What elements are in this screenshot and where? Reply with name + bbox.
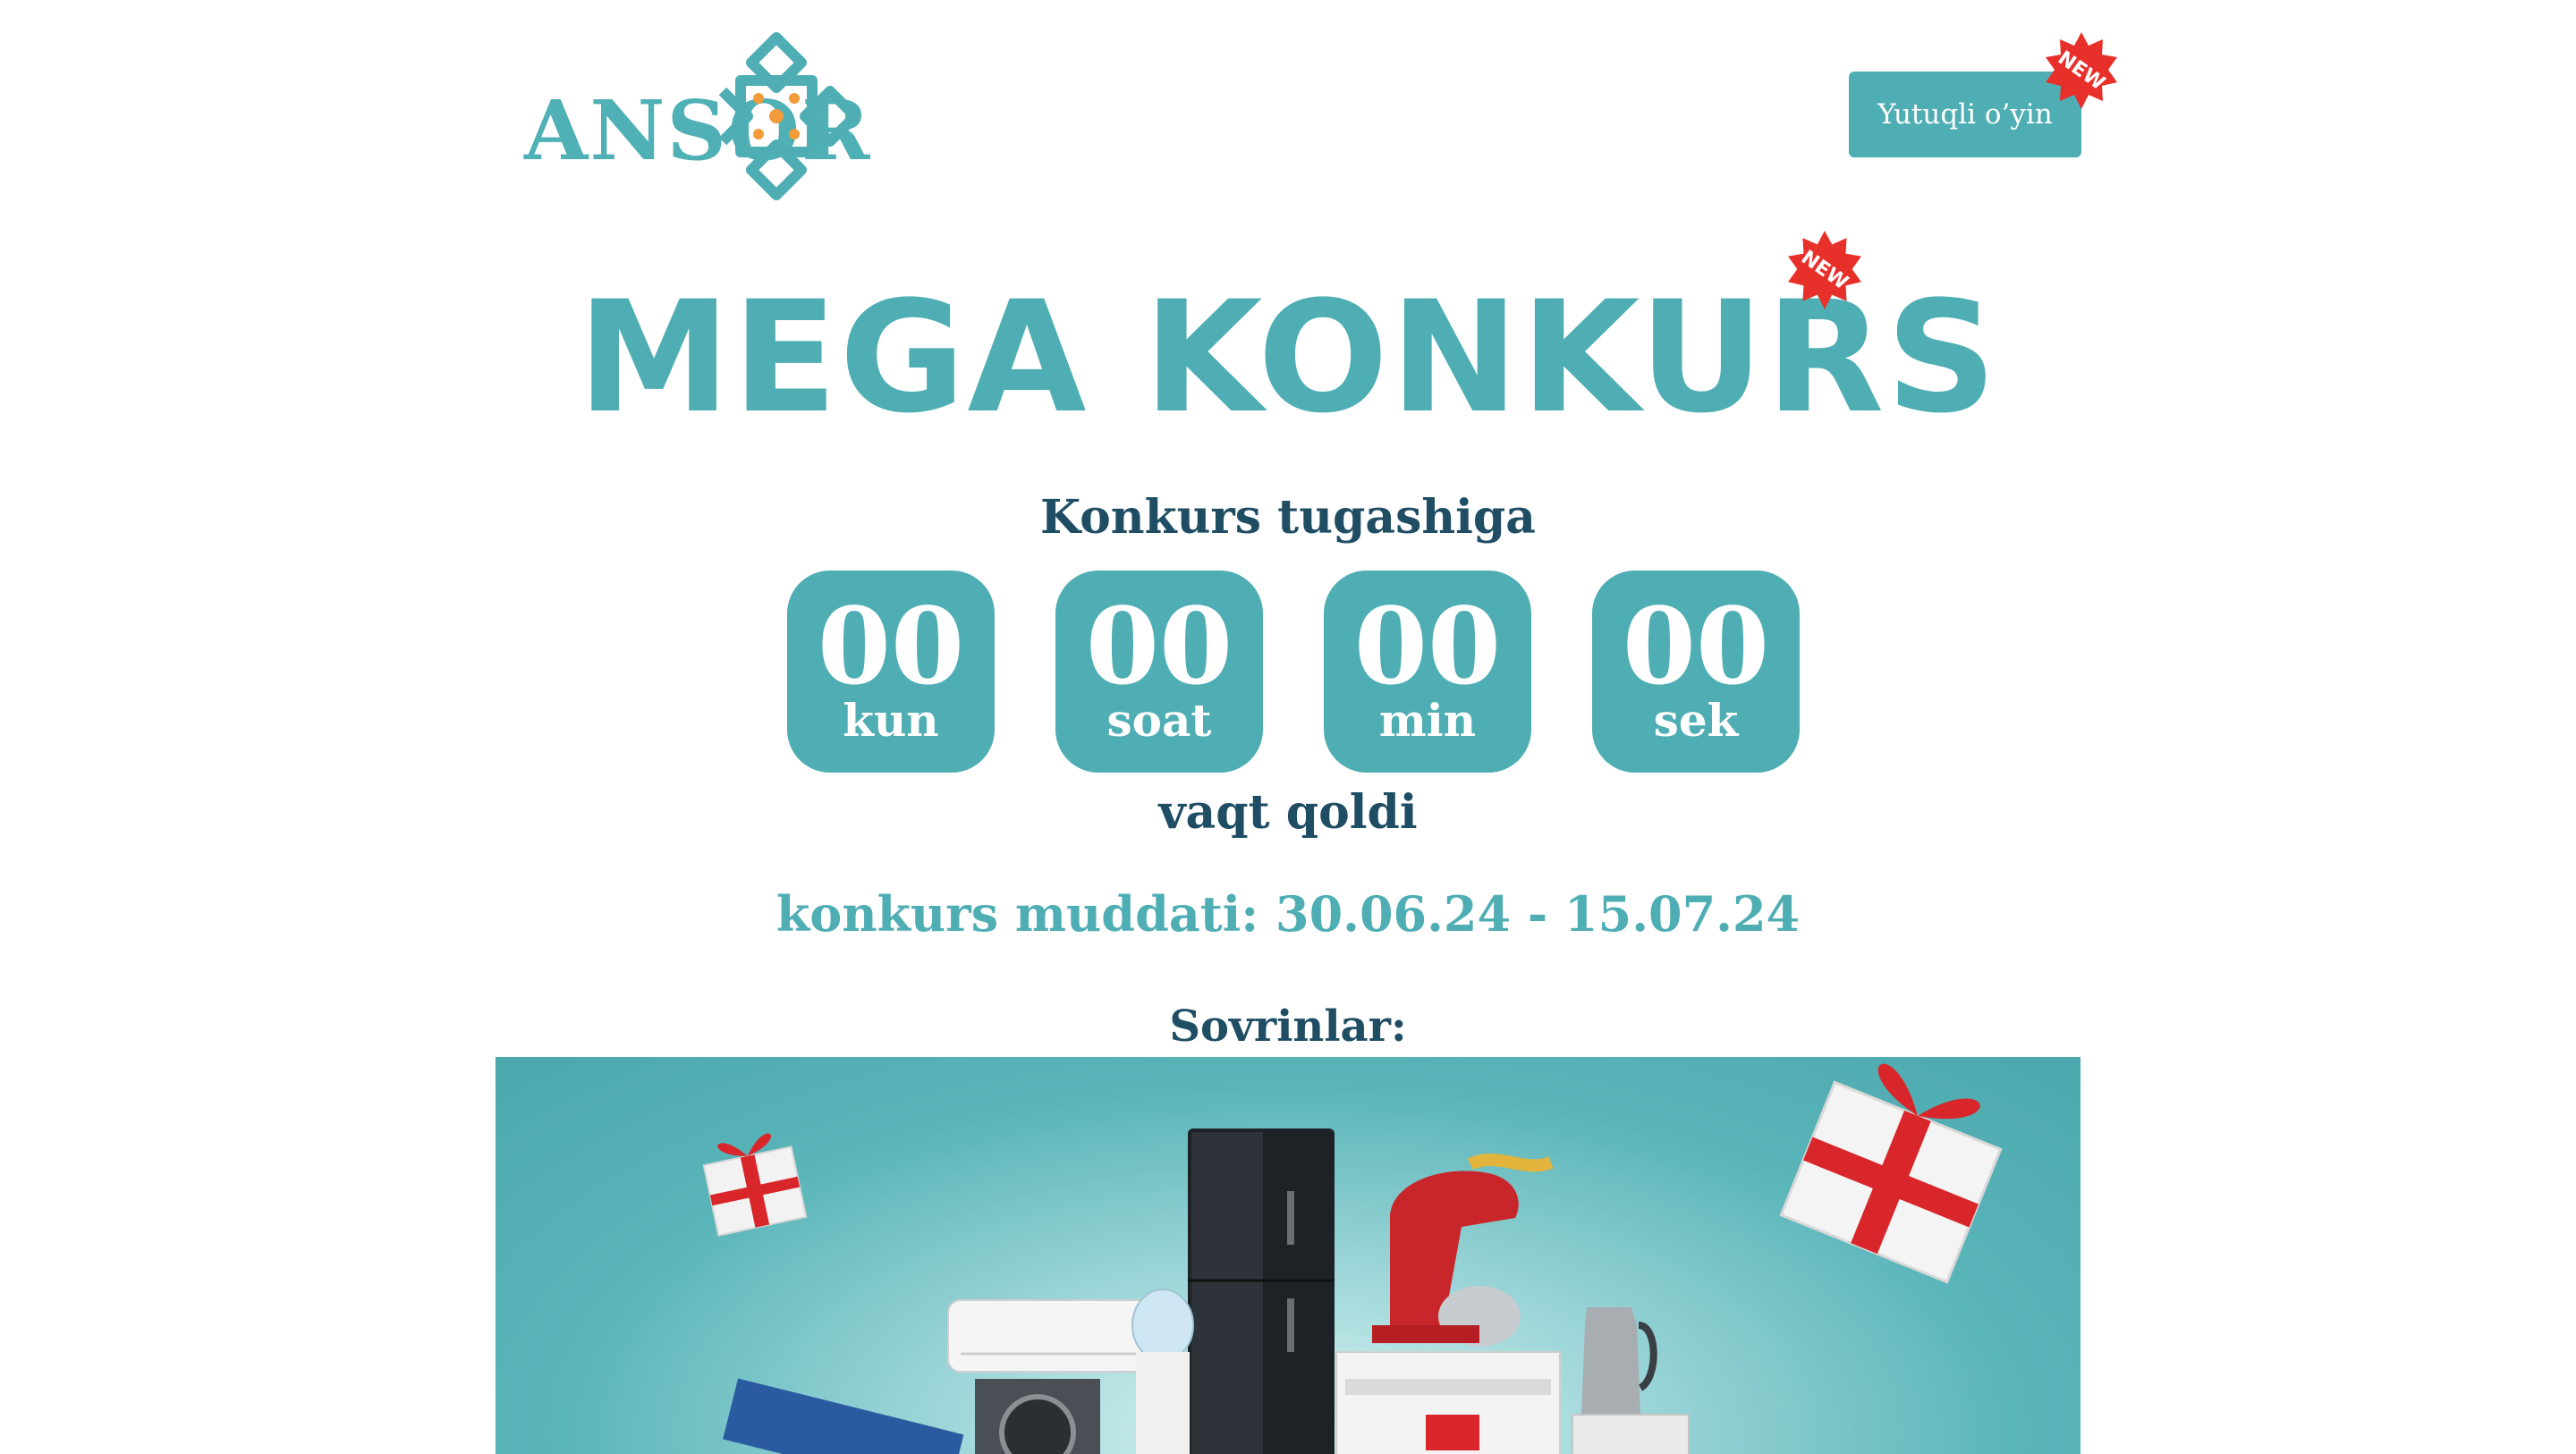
contest-period: konkurs muddati: 30.06.24 - 15.07.24 xyxy=(775,885,1801,943)
tv-icon xyxy=(723,1378,964,1454)
ribbon-icon xyxy=(1467,1154,1554,1172)
prizes-illustration xyxy=(702,1063,2003,1454)
page-title: MEGA KONKURS xyxy=(577,267,1999,447)
stove-icon xyxy=(1335,1351,1561,1454)
countdown-footer: vaqt qoldi xyxy=(1158,785,1418,840)
refrigerator-icon xyxy=(1188,1129,1335,1454)
countdown-value: 00 xyxy=(1353,584,1502,708)
countdown-unit: kun xyxy=(843,694,939,747)
stand-mixer-icon xyxy=(1372,1171,1521,1347)
ansor-logo[interactable]: ANSOR xyxy=(524,27,870,206)
water-cooler-icon xyxy=(1131,1289,1194,1454)
gift-icon xyxy=(1779,1063,2003,1284)
countdown-heading: Konkurs tugashiga xyxy=(1040,490,1536,545)
countdown-hours: 00 soat xyxy=(1055,571,1263,773)
new-badge: NEW xyxy=(2043,32,2120,109)
countdown-value: 00 xyxy=(1085,584,1233,708)
countdown-unit: min xyxy=(1378,694,1477,747)
new-badge: NEW xyxy=(1785,231,1864,309)
countdown-seconds: 00 sek xyxy=(1592,571,1800,773)
prizes-heading: Sovrinlar: xyxy=(1169,1002,1407,1052)
countdown-unit: sek xyxy=(1653,694,1739,747)
ornament-icon xyxy=(718,32,860,200)
countdown-days: 00 kun xyxy=(787,571,995,773)
countdown-minutes: 00 min xyxy=(1324,571,1531,773)
page: ANSOR Yutuqli o’yin NEW MEGA KONKURS NEW… xyxy=(0,0,2576,1454)
kettle-icon xyxy=(1581,1307,1657,1415)
countdown-value: 00 xyxy=(817,584,965,708)
countdown-unit: soat xyxy=(1106,694,1212,747)
gift-icon xyxy=(702,1133,808,1237)
washing-machine-icon xyxy=(1572,1414,1690,1454)
countdown-value: 00 xyxy=(1622,584,1770,708)
countdown: 00 kun 00 soat 00 min 00 sek xyxy=(787,571,1800,773)
prizes-banner xyxy=(496,1057,2080,1454)
washing-machine-icon xyxy=(975,1379,1100,1454)
